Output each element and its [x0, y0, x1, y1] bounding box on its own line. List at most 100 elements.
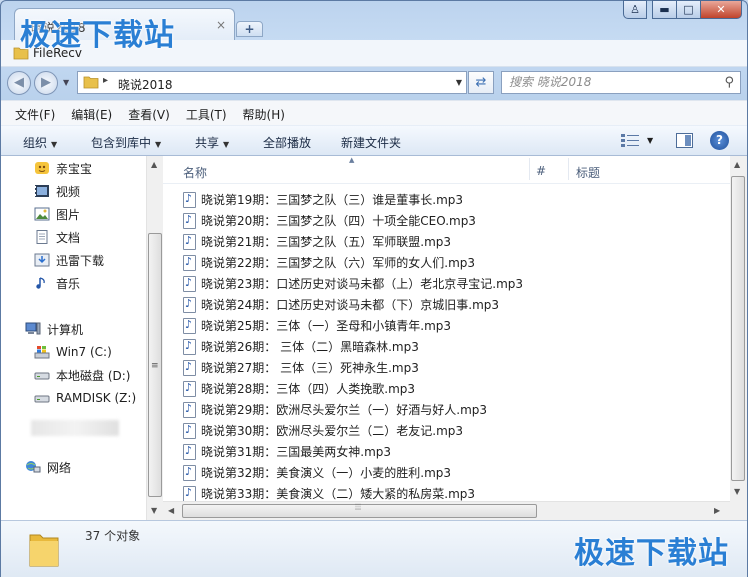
column-header-title[interactable]: 标题	[576, 164, 600, 181]
file-row[interactable]: 晓说第20期：三国梦之队（四）十项全能CEO.mp3	[183, 211, 476, 230]
file-row[interactable]: 晓说第32期：美食演义（一）小麦的胜利.mp3	[183, 463, 451, 482]
file-row[interactable]: 晓说第26期： 三体（二）黑暗森林.mp3	[183, 337, 419, 356]
nav-item-label: 视频	[56, 184, 81, 199]
column-divider[interactable]	[529, 158, 530, 180]
nav-item-label: 网络	[47, 460, 72, 475]
file-row[interactable]: 晓说第25期：三体（一）圣母和小镇青年.mp3	[183, 316, 451, 335]
new-tab-button[interactable]: +	[236, 21, 263, 37]
forward-button[interactable]: ▶	[34, 71, 58, 95]
organize-label: 组织	[23, 136, 48, 150]
search-box[interactable]: ⚲	[501, 71, 741, 94]
audio-file-icon	[183, 275, 196, 292]
share-button[interactable]: 共享 ▼	[195, 134, 229, 151]
audio-file-icon	[183, 191, 196, 208]
drive-icon	[34, 372, 50, 380]
item-count: 37 个对象	[85, 529, 141, 543]
file-name: 晓说第29期：欧洲尽头爱尔兰（一）好酒与好人.mp3	[201, 403, 488, 417]
file-row[interactable]: 晓说第27期： 三体（三）死神永生.mp3	[183, 358, 419, 377]
file-name: 晓说第23期：口述历史对谈马未都（上）老北京寻宝记.mp3	[201, 277, 524, 291]
nav-item-documents[interactable]: 文档	[34, 228, 80, 246]
document-library-icon	[36, 230, 48, 244]
menu-edit[interactable]: 编辑(E)	[63, 101, 120, 125]
watermark-bottom: 极速下载站	[574, 536, 729, 571]
file-row[interactable]: 晓说第28期：三体（四）人类挽歌.mp3	[183, 379, 415, 398]
column-header-number[interactable]: #	[536, 164, 546, 178]
breadcrumb-current[interactable]: 晓说2018	[118, 76, 173, 93]
nav-item-drive-z[interactable]: RAMDISK (Z:)	[34, 389, 136, 407]
column-header-name[interactable]: 名称	[183, 164, 207, 181]
nav-item-drive-c[interactable]: Win7 (C:)	[34, 343, 112, 361]
file-row[interactable]: 晓说第33期：美食演义（二）矮大紧的私房菜.mp3	[183, 484, 475, 501]
maximize-button[interactable]: □	[676, 0, 701, 19]
file-list-horizontal-scrollbar[interactable]: ◀ ⦙⦙⦙ ▶	[163, 501, 730, 520]
search-icon[interactable]: ⚲	[724, 75, 734, 90]
nav-item-label: RAMDISK (Z:)	[56, 391, 137, 405]
file-row[interactable]: 晓说第22期：三国梦之队（六）军师的女人们.mp3	[183, 253, 475, 272]
search-input[interactable]	[509, 75, 709, 89]
tab-close-icon[interactable]: ×	[216, 18, 226, 32]
file-row[interactable]: 晓说第21期：三国梦之队（五）军师联盟.mp3	[183, 232, 451, 251]
chevron-down-icon: ▼	[51, 140, 58, 149]
column-divider[interactable]	[568, 158, 569, 180]
new-folder-button[interactable]: 新建文件夹	[341, 134, 401, 151]
nav-item-qinbaobao[interactable]: 亲宝宝	[34, 159, 92, 177]
scroll-up-icon[interactable]: ▲	[151, 160, 157, 169]
nav-item-videos[interactable]: 视频	[34, 182, 80, 200]
scrollbar-thumb[interactable]	[731, 176, 745, 481]
blurred-nav-item	[31, 420, 119, 436]
scroll-down-icon[interactable]: ▼	[151, 506, 157, 515]
refresh-button[interactable]: ⇄	[468, 71, 494, 94]
chevron-down-icon: ▼	[223, 140, 230, 149]
play-all-button[interactable]: 全部播放	[263, 134, 311, 151]
minimize-button[interactable]: ▬	[652, 0, 677, 19]
scroll-left-icon[interactable]: ◀	[168, 506, 174, 515]
sort-ascending-icon: ▲	[349, 156, 355, 164]
file-name: 晓说第27期： 三体（三）死神永生.mp3	[201, 361, 419, 375]
nav-item-music[interactable]: 音乐	[34, 274, 80, 292]
organize-button[interactable]: 组织 ▼	[23, 134, 57, 151]
file-name: 晓说第20期：三国梦之队（四）十项全能CEO.mp3	[201, 214, 476, 228]
nav-item-label: 亲宝宝	[56, 161, 93, 176]
back-button[interactable]: ◀	[7, 71, 31, 95]
command-bar: 组织 ▼ 包含到库中 ▼ 共享 ▼ 全部播放 新建文件夹 ▼ ?	[1, 125, 747, 156]
file-row[interactable]: 晓说第23期：口述历史对谈马未都（上）老北京寻宝记.mp3	[183, 274, 523, 293]
view-dropdown-icon[interactable]: ▼	[647, 136, 653, 145]
close-button[interactable]: ✕	[700, 0, 742, 19]
nav-item-xunlei-download[interactable]: 迅雷下载	[34, 251, 104, 269]
include-in-library-button[interactable]: 包含到库中 ▼	[91, 134, 161, 151]
scroll-down-icon[interactable]: ▼	[734, 487, 740, 496]
audio-file-icon	[183, 233, 196, 250]
recent-pages-dropdown-icon[interactable]: ▼	[63, 78, 69, 87]
audio-file-icon	[183, 317, 196, 334]
menu-help[interactable]: 帮助(H)	[235, 101, 293, 125]
menu-file[interactable]: 文件(F)	[7, 101, 63, 125]
audio-file-icon	[183, 485, 196, 501]
file-row[interactable]: 晓说第29期：欧洲尽头爱尔兰（一）好酒与好人.mp3	[183, 400, 487, 419]
nav-item-computer[interactable]: 计算机	[25, 320, 83, 338]
nav-item-drive-d[interactable]: 本地磁盘 (D:)	[34, 366, 130, 384]
computer-icon	[25, 322, 41, 335]
file-row[interactable]: 晓说第31期：三国最美两女神.mp3	[183, 442, 391, 461]
menu-view[interactable]: 查看(V)	[120, 101, 178, 125]
scrollbar-corner	[730, 501, 747, 520]
menu-tools[interactable]: 工具(T)	[178, 101, 235, 125]
nav-item-pictures[interactable]: 图片	[34, 205, 80, 223]
breadcrumb-separator-icon[interactable]: ▸	[103, 75, 108, 86]
audio-file-icon	[183, 401, 196, 418]
scroll-right-icon[interactable]: ▶	[714, 506, 720, 515]
preview-pane-icon[interactable]	[676, 133, 693, 148]
user-icon[interactable]: ♙	[623, 0, 647, 19]
scroll-up-icon[interactable]: ▲	[734, 160, 740, 169]
file-list-vertical-scrollbar[interactable]: ▲ ▼	[730, 156, 747, 501]
view-options-icon[interactable]	[621, 134, 639, 147]
nav-pane-scrollbar[interactable]: ▲ ≡ ▼	[146, 156, 163, 520]
file-row[interactable]: 晓说第30期：欧洲尽头爱尔兰（二）老友记.mp3	[183, 421, 463, 440]
file-row[interactable]: 晓说第19期：三国梦之队（三）谁是董事长.mp3	[183, 190, 463, 209]
file-row[interactable]: 晓说第24期：口述历史对谈马未都（下）京城旧事.mp3	[183, 295, 499, 314]
nav-item-network[interactable]: 网络	[25, 458, 71, 476]
address-dropdown-icon[interactable]: ▼	[456, 78, 462, 87]
address-bar[interactable]: ▸ 晓说2018 ▼	[77, 71, 467, 94]
nav-item-label: Win7 (C:)	[56, 345, 112, 359]
help-icon[interactable]: ?	[710, 131, 729, 150]
audio-file-icon	[183, 254, 196, 271]
